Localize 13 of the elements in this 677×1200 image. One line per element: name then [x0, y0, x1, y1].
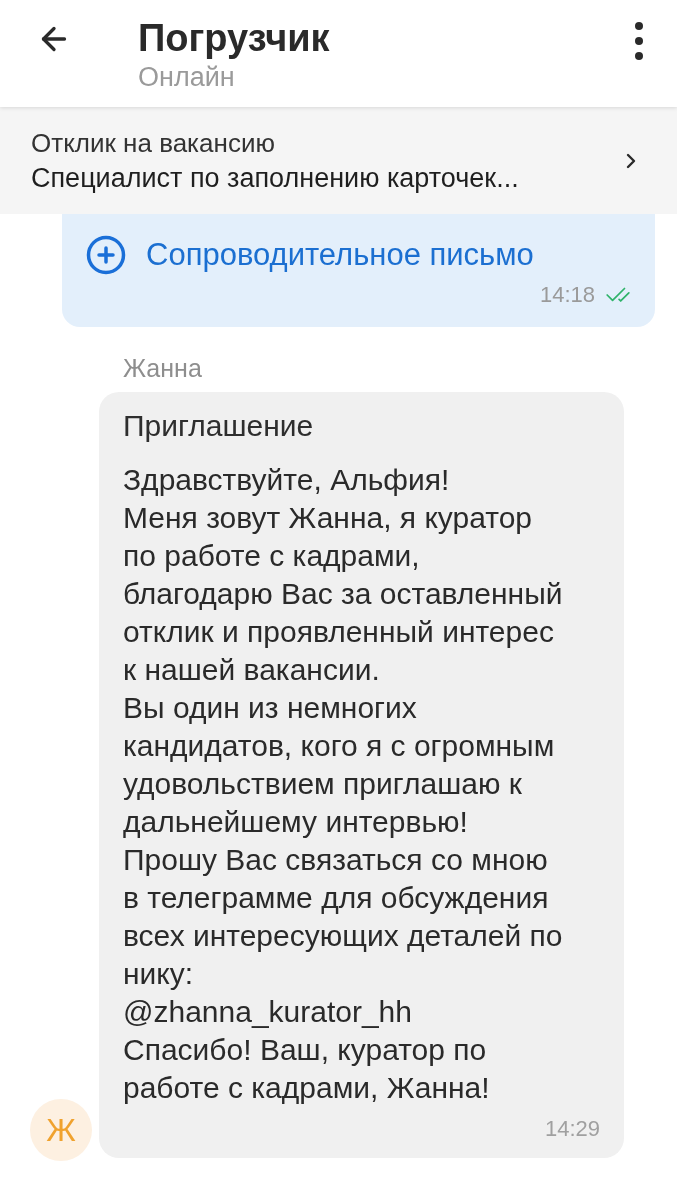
- more-menu-icon: [635, 22, 643, 60]
- vacancy-title: Специалист по заполнению карточек...: [31, 161, 520, 195]
- vacancy-banner[interactable]: Отклик на вакансию Специалист по заполнению карточек...: [0, 107, 677, 214]
- chat-title: Погрузчик: [138, 16, 331, 60]
- vacancy-label: Отклик на вакансию: [31, 126, 276, 160]
- message-time: 14:29: [544, 1116, 600, 1142]
- message-time: 14:18: [539, 282, 595, 308]
- attachment-link[interactable]: Сопроводительное письмо: [146, 236, 534, 274]
- sender-name: Жанна: [123, 353, 203, 383]
- add-circle-icon[interactable]: [85, 234, 127, 276]
- message-text: Здравствуйте, Альфия! Меня зовут Жанна, я куратор по работе с кадрами, благодарю Вас за оставленный отклик и проявленный интерес к нашей вакансии. Вы один из немногих кандидатов, кого я с огромным удовольствием приглашаю к дальнейшему интервью! Прошу Вас связаться со мною в телеграмме для обсуждения всех интересующих деталей по нику: @zhanna_kurator_hh Спасибо! Ваш, куратор по работе с кадрами, Жанна!: [123, 462, 564, 1106]
- message-title: Приглашение: [123, 408, 315, 444]
- chat-status: Онлайн: [138, 61, 236, 93]
